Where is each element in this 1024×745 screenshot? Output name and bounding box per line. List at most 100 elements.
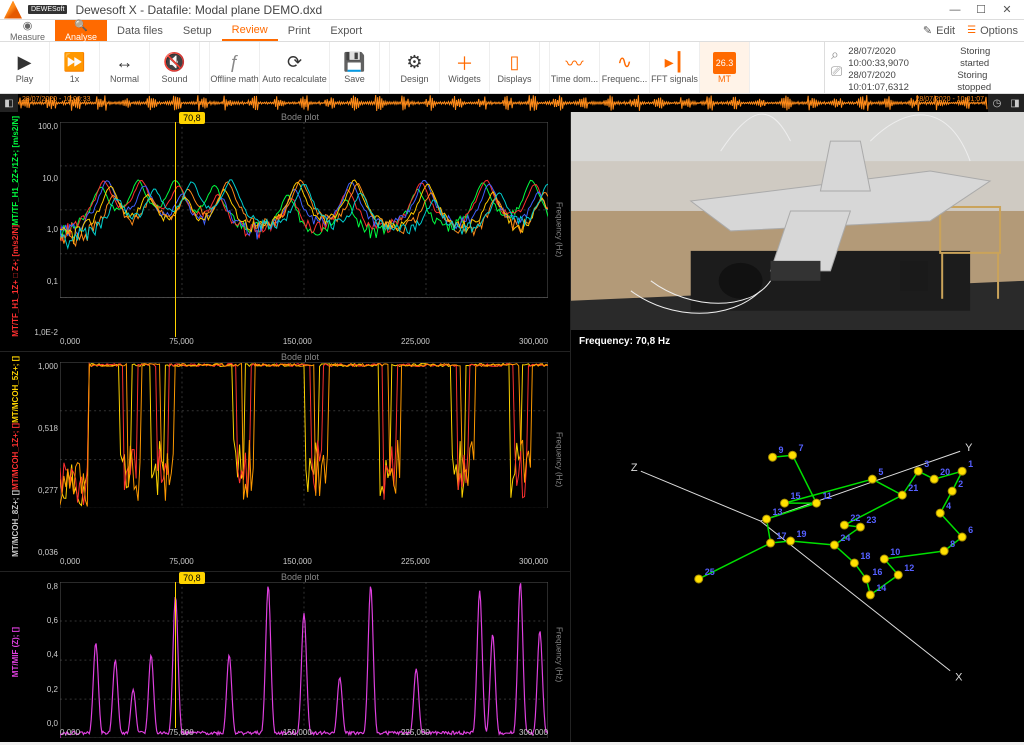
gear-icon: ⚙ [406,52,422,74]
svg-text:Y: Y [965,442,973,454]
toolbar: ▶Play ⏩1x ↔Normal 🔇Sound ƒOffline math ⟳… [0,42,1024,94]
menu-setup[interactable]: Setup [173,20,222,41]
svg-text:9: 9 [779,445,784,455]
tab-timedom[interactable]: 〰Time dom... [550,42,600,93]
y-axis: 1,0000,5180,2770,036 [30,362,60,557]
design-button[interactable]: ⚙Design [390,42,440,93]
svg-text:2: 2 [958,479,963,489]
y-axis: 0,80,60,40,20,0 [30,582,60,728]
auto-recalc[interactable]: ⟳Auto recalculate [260,42,330,93]
y-channel-labels: MT/TF_H1_2Z+/1Z+; [m/s2/N]MT/TF_H1_1Z+□Z… [0,112,30,351]
plot-title: Bode plot [281,572,319,582]
svg-text:19: 19 [797,529,807,539]
svg-text:Z: Z [631,462,638,474]
reel-icon: ⌕⎚ [831,46,842,89]
fft-icon: ▸┃ [665,52,685,74]
svg-text:24: 24 [840,533,850,543]
edit-link[interactable]: ✎Edit [917,24,961,37]
svg-text:10: 10 [890,547,900,557]
svg-text:17: 17 [777,531,787,541]
svg-text:14: 14 [876,583,886,593]
play-icon: ▶ [18,52,32,74]
svg-text:X: X [955,672,963,684]
menu-print[interactable]: Print [278,20,321,41]
spectrum-icon: ∿ [617,52,632,74]
svg-text:23: 23 [866,515,876,525]
mode-normal[interactable]: ↔Normal [100,42,150,93]
svg-text:21: 21 [908,483,918,493]
svg-text:13: 13 [773,507,783,517]
gauge-icon: ◉ [23,19,33,32]
x-axis: 0,00075,000150,000225,000300,000 [60,337,548,351]
x-axis: 0,00075,000150,000225,000300,000 [60,728,548,742]
modal-geometry-view[interactable]: Frequency: 70,8 Hz XYZ123452021678910111… [571,330,1024,742]
search-icon: 🔍 [74,19,88,32]
titlebar: DEWESoft Dewesoft X - Datafile: Modal pl… [0,0,1024,20]
y-channel-labels: MT/MIF (Z); [] [0,572,30,742]
app-badge: DEWESoft [28,5,67,14]
y-axis: 100,010,01,00,11,0E-2 [30,122,60,337]
x-axis-label: Frequency (Hz) [555,627,564,682]
app-logo-icon [4,1,22,19]
svg-text:16: 16 [872,567,882,577]
close-button[interactable]: ✕ [994,0,1020,20]
forward-icon: ⏩ [63,52,85,74]
save-icon: 💾 [343,52,365,74]
menu-icon: ☰ [967,25,976,36]
frequency-readout: Frequency: 70,8 Hz [579,336,670,347]
tab-fft[interactable]: ▸┃FFT signals [650,42,700,93]
cursor-value: 70,8 [179,572,205,584]
play-button[interactable]: ▶Play [0,42,50,93]
timeline-start: 28/07/2020 - 10:00:33 [22,96,91,103]
cycle-icon: ⟳ [287,52,302,74]
timeline[interactable]: ◧ 28/07/2020 - 10:00:33 28/07/2020 - 10:… [0,94,1024,112]
plot-title: Bode plot [281,112,319,122]
tab-mt[interactable]: 26.3MT [700,42,750,93]
speed-button[interactable]: ⏩1x [50,42,100,93]
svg-text:1: 1 [968,459,973,469]
svg-text:3: 3 [924,459,929,469]
tab-frequenc[interactable]: ∿Frequenc... [600,42,650,93]
timeline-right-icon[interactable]: ◨ [1006,94,1024,112]
clock-icon[interactable]: ◷ [988,94,1006,112]
function-icon: ƒ [229,52,239,74]
timeline-left-icon[interactable]: ◧ [0,94,18,112]
mode-analyse[interactable]: 🔍 Analyse [55,20,107,41]
window-title: Dewesoft X - Datafile: Modal plane DEMO.… [75,3,322,17]
displays-button[interactable]: ▯Displays [490,42,540,93]
mode-measure[interactable]: ◉ Measure [0,20,55,41]
widgets-button[interactable]: ＋Widgets [440,42,490,93]
bode-plot-mcoh[interactable]: MT/MCOH_5Z+; []MT/MCOH_1Z+; []MT/MCOH_8Z… [0,351,570,571]
x-axis: 0,00075,000150,000225,000300,000 [60,557,548,571]
cursor-line[interactable] [175,122,176,337]
wave-icon: 〰 [566,52,584,74]
menu-review[interactable]: Review [222,20,278,41]
menu-data-files[interactable]: Data files [107,20,173,41]
offline-math[interactable]: ƒOffline math [210,42,260,93]
timeline-end: 28/07/2020 - 10:01:07 [915,96,984,103]
cursor-line[interactable] [175,582,176,728]
save-button[interactable]: 💾Save [330,42,380,93]
y-channel-labels: MT/MCOH_5Z+; []MT/MCOH_1Z+; []MT/MCOH_8Z… [0,352,30,571]
speaker-mute-icon: 🔇 [163,52,185,74]
svg-text:15: 15 [791,491,801,501]
svg-text:11: 11 [822,491,831,501]
bode-plot-tf[interactable]: MT/TF_H1_2Z+/1Z+; [m/s2/N]MT/TF_H1_1Z+□Z… [0,112,570,351]
maximize-button[interactable]: ☐ [968,0,994,20]
sound-button[interactable]: 🔇Sound [150,42,200,93]
mt-badge: 26.3 [713,52,737,74]
x-axis-label: Frequency (Hz) [555,202,564,257]
options-link[interactable]: ☰Options [961,25,1024,37]
svg-text:18: 18 [860,551,870,561]
svg-text:6: 6 [968,525,973,535]
camera-view[interactable] [571,112,1024,330]
svg-text:20: 20 [940,467,950,477]
svg-text:5: 5 [878,467,883,477]
plus-icon: ＋ [456,52,474,74]
menu-bar: ◉ Measure 🔍 Analyse Data files Setup Rev… [0,20,1024,42]
svg-text:12: 12 [904,563,914,573]
bode-plot-mif[interactable]: MT/MIF (Z); [] Bode plot 70,8 0,80,60,40… [0,571,570,742]
menu-export[interactable]: Export [320,20,372,41]
minimize-button[interactable]: — [942,0,968,20]
displays-icon: ▯ [510,52,520,74]
